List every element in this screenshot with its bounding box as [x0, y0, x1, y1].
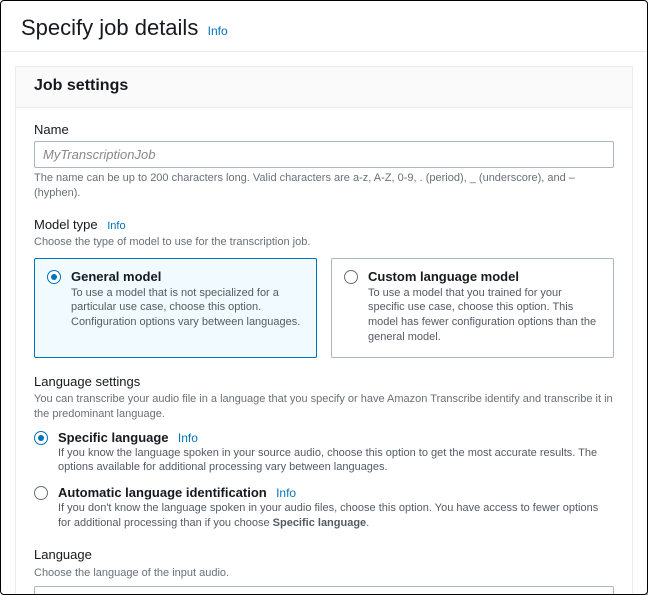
- language-field-group: Language Choose the language of the inpu…: [34, 547, 614, 595]
- specific-language-info-link[interactable]: Info: [178, 431, 198, 445]
- radio-title: Specific language: [58, 430, 169, 445]
- desc-suffix: .: [366, 517, 369, 529]
- auto-language-info-link[interactable]: Info: [276, 486, 296, 500]
- page-header: Specify job details Info: [1, 1, 647, 52]
- radio-specific-language[interactable]: Specific language Info If you know the l…: [34, 430, 614, 476]
- page-info-link[interactable]: Info: [208, 24, 228, 38]
- language-settings-label: Language settings: [34, 374, 614, 389]
- radio-desc: If you don't know the language spoken in…: [58, 501, 614, 531]
- name-field-group: Name The name can be up to 200 character…: [34, 122, 614, 201]
- radio-icon: [47, 270, 61, 284]
- model-type-label: Model type Info: [34, 217, 614, 232]
- radio-auto-language-id[interactable]: Automatic language identification Info I…: [34, 485, 614, 531]
- language-hint: Choose the language of the input audio.: [34, 566, 614, 581]
- tile-title: General model: [71, 269, 304, 284]
- name-input[interactable]: [34, 141, 614, 168]
- tile-desc: To use a model that is not specialized f…: [71, 286, 304, 331]
- language-settings-hint: You can transcribe your audio file in a …: [34, 392, 614, 422]
- panel-header: Job settings: [16, 67, 632, 108]
- job-settings-panel: Job settings Name The name can be up to …: [15, 66, 633, 595]
- radio-icon: [344, 270, 358, 284]
- radio-title: Automatic language identification: [58, 485, 267, 500]
- radio-icon: [34, 431, 48, 445]
- model-type-group: Model type Info Choose the type of model…: [34, 217, 614, 358]
- model-type-hint: Choose the type of model to use for the …: [34, 235, 614, 250]
- panel-title: Job settings: [34, 77, 614, 95]
- tile-desc: To use a model that you trained for your…: [368, 286, 601, 345]
- tile-title: Custom language model: [368, 269, 601, 284]
- desc-bold: Specific language: [273, 517, 367, 529]
- language-select[interactable]: English, US (en-US): [34, 586, 614, 595]
- name-label: Name: [34, 122, 614, 137]
- model-type-label-text: Model type: [34, 217, 98, 232]
- name-hint: The name can be up to 200 characters lon…: [34, 171, 614, 201]
- page-title: Specify job details: [21, 15, 198, 41]
- model-type-tile-custom[interactable]: Custom language model To use a model tha…: [331, 258, 614, 358]
- language-label: Language: [34, 547, 614, 562]
- radio-icon: [34, 486, 48, 500]
- radio-desc: If you know the language spoken in your …: [58, 446, 614, 476]
- model-type-tile-general[interactable]: General model To use a model that is not…: [34, 258, 317, 358]
- model-type-info-link[interactable]: Info: [107, 220, 125, 232]
- language-settings-group: Language settings You can transcribe you…: [34, 374, 614, 531]
